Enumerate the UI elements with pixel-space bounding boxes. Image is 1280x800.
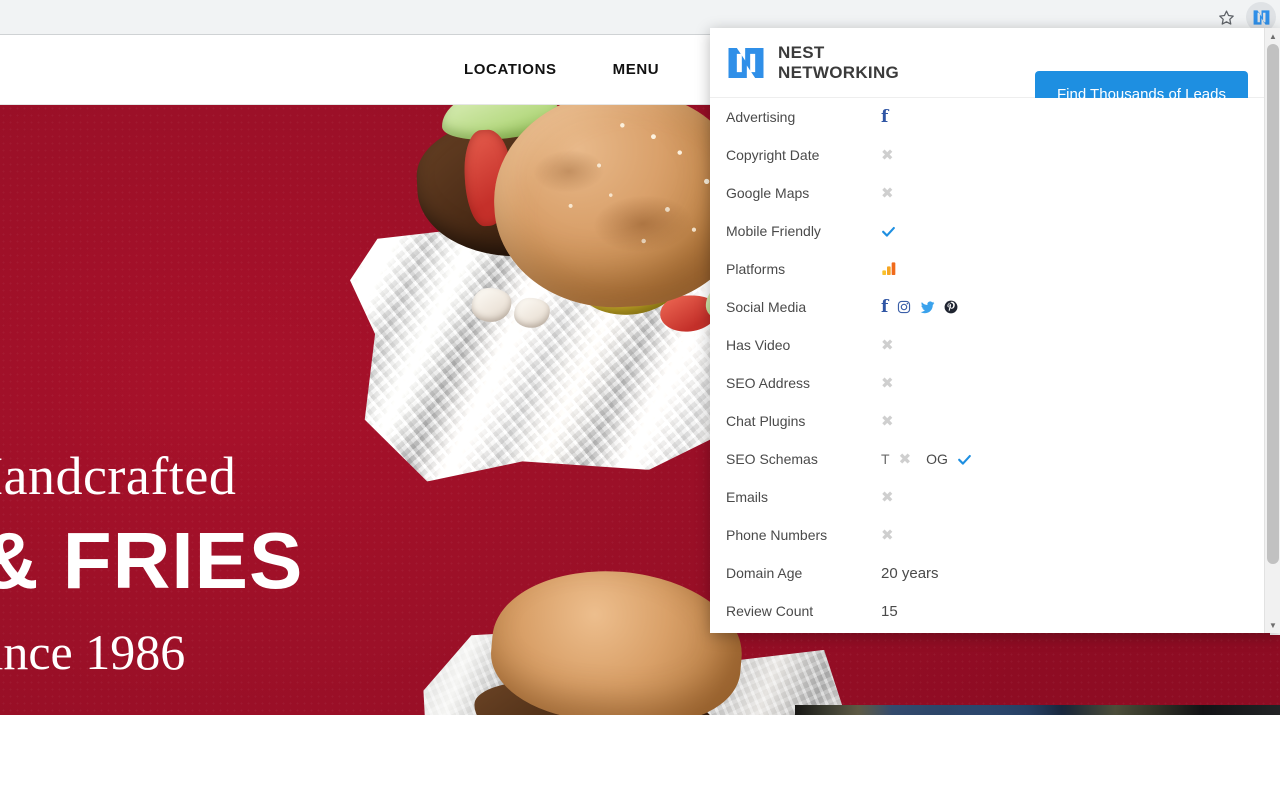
cross-icon: ✖ <box>881 145 894 164</box>
row-value <box>881 261 897 277</box>
row-label: Advertising <box>726 109 796 125</box>
row-value <box>881 224 896 239</box>
row-copyright-date[interactable]: Copyright Date ✖ <box>710 136 1264 174</box>
row-value: f <box>881 298 958 316</box>
row-social-media[interactable]: Social Media f <box>710 288 1264 326</box>
scroll-down-arrow-icon[interactable]: ▼ <box>1265 617 1280 633</box>
row-label: SEO Schemas <box>726 451 818 467</box>
row-label: Emails <box>726 489 769 505</box>
row-seo-schemas[interactable]: SEO Schemas T ✖ OG <box>710 440 1264 478</box>
nav-item-menu[interactable]: MENU <box>613 61 660 78</box>
row-phone-numbers[interactable]: Phone Numbers ✖ <box>710 516 1264 554</box>
row-label: Mobile Friendly <box>726 223 821 239</box>
cross-icon: ✖ <box>881 335 894 354</box>
scroll-up-arrow-icon[interactable]: ▲ <box>1265 28 1280 44</box>
nav-items: LOCATIONS MENU C <box>464 61 727 78</box>
nest-logo-icon <box>1253 9 1269 25</box>
facebook-icon[interactable]: f <box>881 298 888 316</box>
row-value: ✖ <box>881 145 894 164</box>
brand-name: NEST NETWORKING <box>778 43 899 81</box>
row-value: ✖ <box>881 183 894 202</box>
row-label: Platforms <box>726 261 786 277</box>
cross-icon: ✖ <box>881 373 894 392</box>
cross-icon: ✖ <box>881 183 894 202</box>
screen: LOCATIONS MENU C <box>0 0 1280 800</box>
hero-script-line: Handcrafted <box>0 446 237 506</box>
check-icon <box>881 224 896 239</box>
twitter-icon[interactable] <box>920 300 935 315</box>
row-value: ✖ <box>881 411 894 430</box>
brand-name-line1: NEST <box>778 43 825 63</box>
row-seo-address[interactable]: SEO Address ✖ <box>710 364 1264 402</box>
row-domain-age[interactable]: Domain Age 20 years <box>710 554 1264 592</box>
og-schema-label: OG <box>926 451 948 467</box>
row-google-maps[interactable]: Google Maps ✖ <box>710 174 1264 212</box>
row-platforms[interactable]: Platforms <box>710 250 1264 288</box>
google-analytics-icon <box>881 261 897 277</box>
hero-since-line: since 1986 <box>0 624 186 680</box>
popup-scrollbar[interactable]: ▲ ▼ <box>1264 28 1280 633</box>
popup-header: NEST NETWORKING Find Thousands of Leads <box>710 28 1280 117</box>
twitter-schema-cross-icon: ✖ <box>898 449 912 468</box>
row-label: Social Media <box>726 299 807 315</box>
row-advertising[interactable]: Advertising f <box>710 98 1264 136</box>
hero-headline: ERS & FRIES <box>0 516 304 605</box>
scrollbar-thumb[interactable] <box>1267 44 1279 564</box>
row-value: ✖ <box>881 525 894 544</box>
cross-icon: ✖ <box>881 411 894 430</box>
video-promo-panel[interactable]: 100K OPPORTUNITIES INITIATIVE <box>795 705 1280 715</box>
row-label: Has Video <box>726 337 791 353</box>
hero-copy: Handcrafted ERS & FRIES since 1986 ORDER <box>0 105 700 715</box>
pinterest-icon[interactable] <box>944 300 958 314</box>
row-label: Phone Numbers <box>726 527 828 543</box>
video-background <box>795 705 1280 715</box>
row-chat-plugins[interactable]: Chat Plugins ✖ <box>710 402 1264 440</box>
row-review-count[interactable]: Review Count 15 <box>710 592 1264 630</box>
row-label: SEO Address <box>726 375 811 391</box>
facebook-icon: f <box>881 106 889 127</box>
row-value: ✖ <box>881 373 894 392</box>
twitter-schema-label: T <box>881 451 890 467</box>
row-value: ✖ <box>881 335 894 354</box>
og-schema-check-icon <box>957 452 972 467</box>
row-label: Chat Plugins <box>726 413 806 429</box>
row-label: Domain Age <box>726 565 803 581</box>
brand: NEST NETWORKING <box>726 43 899 83</box>
instagram-icon[interactable] <box>897 300 911 314</box>
row-value: T ✖ OG <box>881 451 972 467</box>
extension-popup: NEST NETWORKING Find Thousands of Leads … <box>710 28 1280 633</box>
row-value: ✖ <box>881 487 894 506</box>
nest-logo-icon <box>728 47 764 78</box>
row-label: Copyright Date <box>726 147 820 163</box>
row-label: Google Maps <box>726 185 810 201</box>
row-value: 20 years <box>881 564 939 582</box>
attribute-list: Advertising f Copyright Date ✖ Google Ma… <box>710 98 1264 633</box>
row-value: 15 <box>881 602 898 620</box>
cross-icon: ✖ <box>881 525 894 544</box>
row-label: Review Count <box>726 603 814 619</box>
row-has-video[interactable]: Has Video ✖ <box>710 326 1264 364</box>
row-mobile-friendly[interactable]: Mobile Friendly <box>710 212 1264 250</box>
cross-icon: ✖ <box>881 487 894 506</box>
row-emails[interactable]: Emails ✖ <box>710 478 1264 516</box>
bookmark-star-icon[interactable] <box>1212 3 1240 31</box>
brand-name-line2: NETWORKING <box>778 62 900 82</box>
nav-item-locations[interactable]: LOCATIONS <box>464 61 557 78</box>
row-value: f <box>881 106 889 127</box>
